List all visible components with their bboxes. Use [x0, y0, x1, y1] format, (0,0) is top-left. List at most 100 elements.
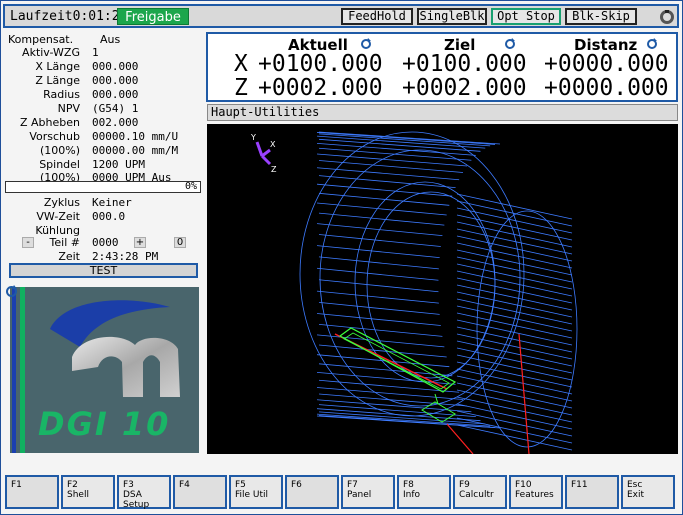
teil-reset-button[interactable]: 0: [174, 237, 186, 248]
runtime-label: Laufzeit: [10, 9, 73, 24]
utilities-title: Haupt-Utilities: [207, 104, 678, 121]
row-value: Keiner: [92, 196, 132, 209]
x-distanz-value: +0000.000: [544, 51, 669, 77]
logo-text: DGI 10: [38, 405, 171, 443]
logo-stripe-green: [20, 287, 25, 453]
machine-icon[interactable]: [658, 8, 676, 26]
status-row: Radius 000.000: [4, 88, 204, 102]
fkey-code: F4: [179, 480, 190, 490]
fkey-code: F1: [11, 480, 22, 490]
row-label: Z Länge: [35, 74, 80, 87]
z-axis-label: Z: [234, 75, 248, 101]
position-display: Aktuell Ziel Distanz X +0100.000 +0100.0…: [206, 32, 678, 102]
fkey-label: DSA Setup: [123, 490, 150, 510]
axis-x-label: X: [270, 140, 276, 149]
row-value: 000.000: [92, 74, 139, 87]
status-row: NPV (G54) 1: [4, 102, 204, 116]
status-row: X Länge 000.000: [4, 60, 204, 74]
refresh-icon[interactable]: [5, 285, 18, 298]
status-bar: Laufzeit0:01:21 Freigabe FeedHold Single…: [3, 4, 679, 28]
row-value: (G54) 1: [92, 102, 139, 115]
fkey-label: Calcultr: [459, 490, 494, 500]
wireframe-graphic: Y X Z: [250, 131, 578, 454]
row-label: VW-Zeit: [36, 210, 80, 223]
kompensat-value: Aus: [100, 33, 121, 46]
row-value: 1: [92, 46, 99, 59]
fkey-code: F11: [571, 480, 588, 490]
blockskip-button[interactable]: Blk-Skip: [565, 8, 637, 25]
fkey-label: File Util: [235, 490, 269, 500]
fkey-f2-shell[interactable]: F2 Shell: [61, 475, 115, 509]
fkey-f1[interactable]: F1: [5, 475, 59, 509]
status-row: Zyklus Keiner: [4, 196, 204, 210]
z-distanz-value: +0000.000: [544, 75, 669, 101]
fkey-f7-panel[interactable]: F7 Panel: [341, 475, 395, 509]
row-label: Vorschub: [29, 130, 80, 143]
row-label: NPV: [57, 102, 80, 115]
status-row: Spindel 1200 UPM: [4, 158, 204, 172]
runtime-readout: Laufzeit0:01:21: [10, 9, 127, 24]
fkey-code: F7: [347, 480, 358, 490]
fkey-label: Info: [403, 490, 421, 500]
fkey-code: F8: [403, 480, 414, 490]
status-row: Z Länge 000.000: [4, 74, 204, 88]
status-row: Aktiv-WZG 1: [4, 46, 204, 60]
fkey-f11[interactable]: F11: [565, 475, 619, 509]
row-label: (100%): [39, 144, 80, 157]
row-label: Radius: [43, 88, 80, 101]
row-value: 000.000: [92, 88, 139, 101]
fkey-f9-calculator[interactable]: F9 Calcultr: [453, 475, 507, 509]
axis-y-label: Y: [250, 133, 256, 142]
row-value: 1200 UPM: [92, 158, 145, 171]
row-label: Spindel: [39, 158, 80, 171]
fkey-code: F5: [235, 480, 246, 490]
x-aktuell-value: +0100.000: [258, 51, 383, 77]
progress-bar: 0%: [5, 181, 201, 193]
refresh-icon[interactable]: [360, 38, 372, 50]
zeit-label: Zeit: [58, 250, 80, 263]
fkey-code: F10: [515, 480, 532, 490]
refresh-icon[interactable]: [646, 38, 658, 50]
fkey-f4[interactable]: F4: [173, 475, 227, 509]
test-button[interactable]: TEST: [9, 263, 198, 278]
3d-toolpath-viewport[interactable]: Y X Z: [207, 124, 678, 454]
singleblock-button[interactable]: SingleBlk: [417, 8, 487, 25]
optstop-button[interactable]: Opt Stop: [491, 8, 561, 25]
teil-label: Teil #: [49, 236, 80, 249]
fkey-code: F2: [67, 480, 78, 490]
axis-z-label: Z: [271, 165, 277, 174]
brand-logo: DGI 10: [10, 287, 199, 453]
fkey-f3-dsa-setup[interactable]: F3 DSA Setup: [117, 475, 171, 510]
z-ziel-value: +0002.000: [402, 75, 527, 101]
z-aktuell-value: +0002.000: [258, 75, 383, 101]
fkey-f10-features[interactable]: F10 Features: [509, 475, 563, 509]
fkey-label: Features: [515, 490, 554, 500]
x-ziel-value: +0100.000: [402, 51, 527, 77]
feedhold-button[interactable]: FeedHold: [341, 8, 413, 25]
fkey-code: Esc: [627, 480, 643, 490]
row-value: 002.000: [92, 116, 139, 129]
logo-stripe-blue: [12, 287, 16, 453]
fkey-esc-exit[interactable]: Esc Exit: [621, 475, 675, 509]
fkey-f5-file-util[interactable]: F5 File Util: [229, 475, 283, 509]
row-value: 000.000: [92, 60, 139, 73]
status-badge: Freigabe: [117, 8, 189, 25]
row-label: Aktiv-WZG: [22, 46, 80, 59]
row-value: 00000.10 mm/U: [92, 130, 179, 143]
fkey-label: Panel: [347, 490, 372, 500]
fkey-f6[interactable]: F6: [285, 475, 339, 509]
fkey-f8-info[interactable]: F8 Info: [397, 475, 451, 509]
status-row: VW-Zeit 000.0: [4, 210, 204, 224]
row-label: X Länge: [35, 60, 80, 73]
fkey-label: Shell: [67, 490, 89, 500]
status-row: Z Abheben 002.000: [4, 116, 204, 130]
row-value: 00000.00 mm/M: [92, 144, 179, 157]
status-row: Vorschub 00000.10 mm/U: [4, 130, 204, 144]
status-row: (100%) 00000.00 mm/M: [4, 144, 204, 158]
teil-plus-button[interactable]: +: [134, 237, 146, 248]
row-label: Z Abheben: [19, 116, 80, 129]
row-value: 000.0: [92, 210, 126, 223]
x-axis-label: X: [234, 51, 248, 77]
teil-value: 0000: [92, 236, 119, 249]
refresh-icon[interactable]: [504, 38, 516, 50]
